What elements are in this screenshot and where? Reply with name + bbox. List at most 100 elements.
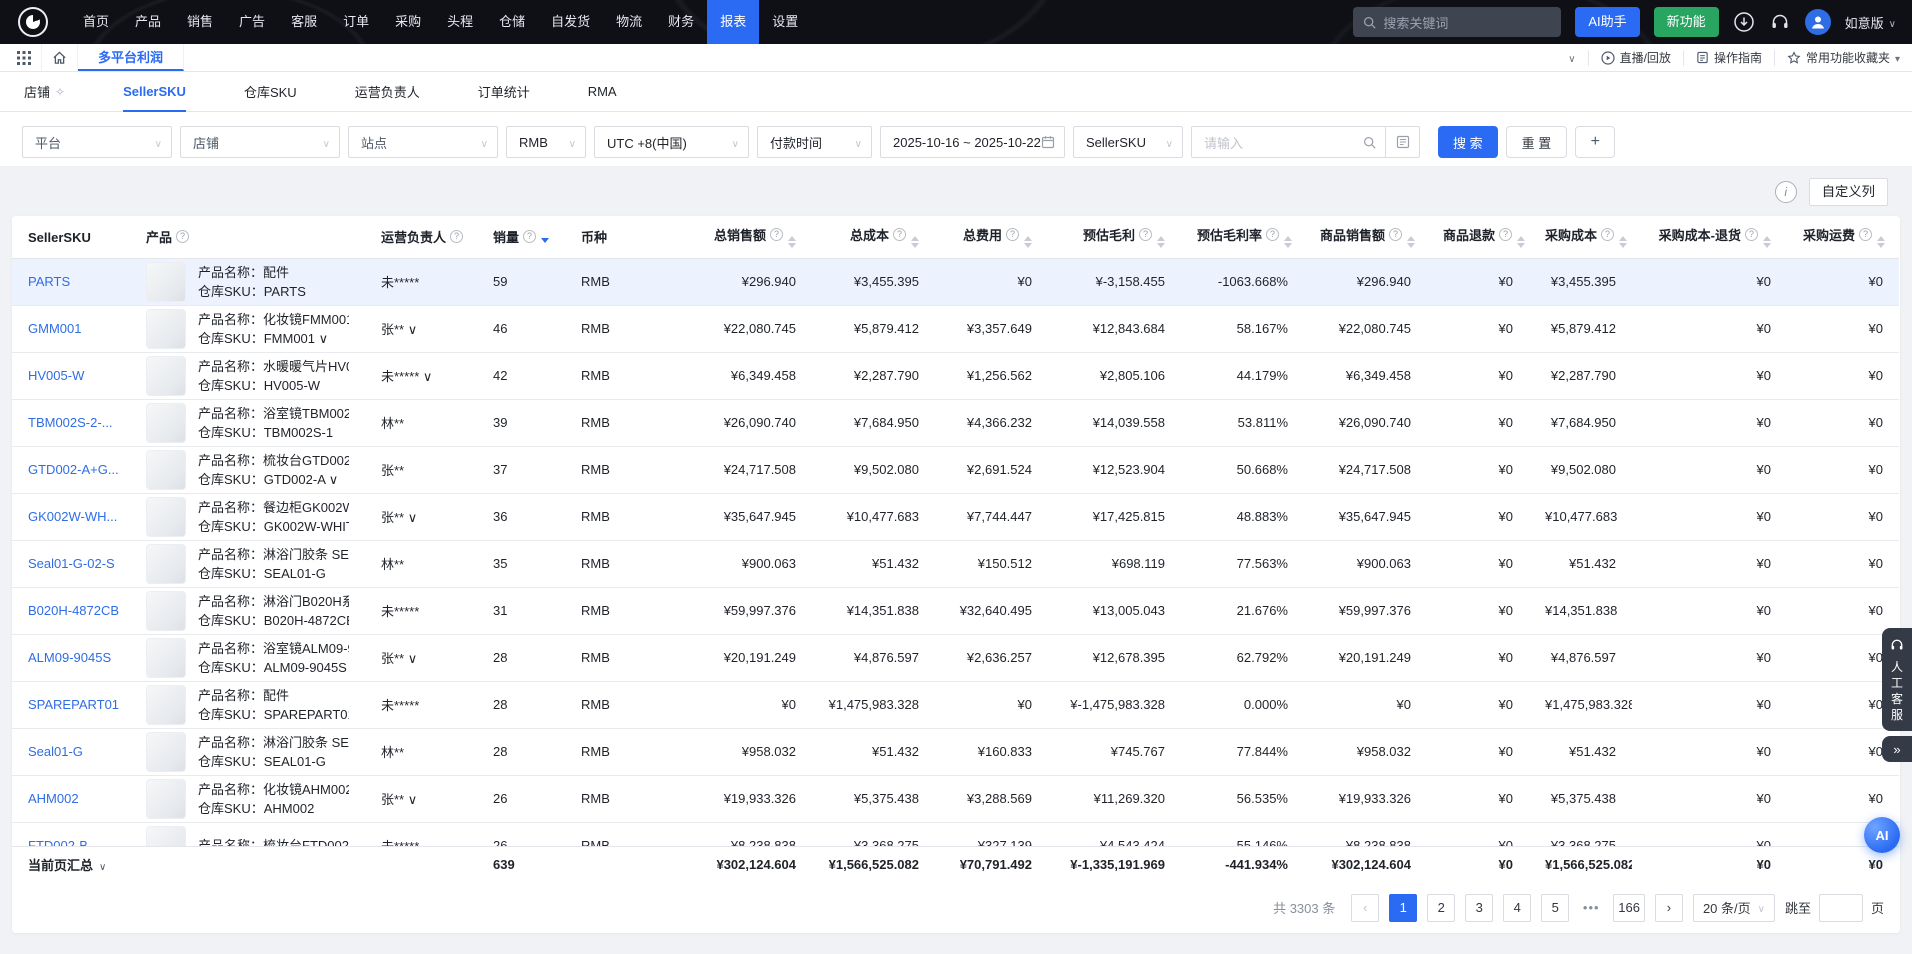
page-button-3[interactable]: 3 <box>1465 894 1493 922</box>
nav-item-报表[interactable]: 报表 <box>707 0 759 44</box>
col-header-item_sales[interactable]: 商品销售额? <box>1304 216 1427 258</box>
page-button-1[interactable]: 1 <box>1389 894 1417 922</box>
col-header-item_refund[interactable]: 商品退款? <box>1427 216 1529 258</box>
next-page-button[interactable]: › <box>1655 894 1683 922</box>
seller-sku-link[interactable]: Seal01-G-02-S <box>28 556 115 571</box>
tab-SellerSKU[interactable]: SellerSKU <box>123 72 186 111</box>
currency-select[interactable]: RMB <box>506 126 586 158</box>
page-summary-toggle[interactable]: 当前页汇总 <box>12 847 477 883</box>
apps-grid-icon[interactable] <box>6 44 42 71</box>
seller-sku-link[interactable]: AHM002 <box>28 791 79 806</box>
nav-item-设置[interactable]: 设置 <box>759 0 811 44</box>
search-button[interactable]: 搜 索 <box>1438 126 1498 158</box>
new-features-button[interactable]: 新功能 <box>1654 7 1719 37</box>
nav-item-物流[interactable]: 物流 <box>603 0 655 44</box>
seller-sku-link[interactable]: FTD002-B <box>28 838 88 846</box>
favorites-menu[interactable]: 常用功能收藏夹 <box>1774 50 1912 66</box>
global-search-input[interactable]: 搜索关键词 <box>1353 7 1561 37</box>
operator-cell[interactable]: 未***** ∨ <box>365 352 477 399</box>
sort-icon[interactable] <box>541 238 549 243</box>
seller-sku-link[interactable]: GK002W-WH... <box>28 509 117 524</box>
col-header-purchase_freight[interactable]: 采购运费? <box>1787 216 1899 258</box>
tab-店铺[interactable]: 店铺✧ <box>24 72 65 111</box>
operator-cell[interactable]: 张** ∨ <box>365 775 477 822</box>
sort-icon[interactable] <box>1024 236 1032 248</box>
col-header-purchase_cost_return[interactable]: 采购成本-退货? <box>1632 216 1787 258</box>
edition-switcher[interactable]: 如意版 <box>1845 13 1896 32</box>
ai-floating-button[interactable]: AI <box>1864 817 1900 853</box>
sort-icon[interactable] <box>1619 236 1627 248</box>
seller-sku-link[interactable]: SPAREPART01 <box>28 697 119 712</box>
site-select[interactable]: 站点 <box>348 126 498 158</box>
add-filter-button[interactable]: + <box>1575 126 1615 158</box>
home-icon[interactable] <box>42 44 78 71</box>
warehouse-sku[interactable]: 仓库SKU：GTD002-A ∨ <box>198 470 349 489</box>
operator-cell[interactable]: 张** ∨ <box>365 493 477 540</box>
col-header-total_fee[interactable]: 总费用? <box>935 216 1048 258</box>
col-header-purchase_cost[interactable]: 采购成本? <box>1529 216 1632 258</box>
page-size-select[interactable]: 20 条/页 <box>1693 894 1775 922</box>
open-page-tab[interactable]: 多平台利润 <box>78 44 184 71</box>
timezone-select[interactable]: UTC +8(中国) <box>594 126 749 158</box>
page-button-5[interactable]: 5 <box>1541 894 1569 922</box>
date-range-picker[interactable]: 2025-10-16 ~ 2025-10-22 <box>880 126 1065 158</box>
headset-icon[interactable] <box>1769 11 1791 33</box>
time-dimension-select[interactable]: 付款时间 <box>757 126 872 158</box>
prev-page-button[interactable]: ‹ <box>1351 894 1379 922</box>
operator-cell[interactable]: 张** ∨ <box>365 634 477 681</box>
seller-sku-link[interactable]: ALM09-9045S <box>28 650 111 665</box>
sort-icon[interactable] <box>1284 236 1292 248</box>
nav-item-广告[interactable]: 广告 <box>226 0 278 44</box>
nav-item-订单[interactable]: 订单 <box>330 0 382 44</box>
ai-assistant-button[interactable]: AI助手 <box>1575 7 1639 37</box>
sort-icon[interactable] <box>788 236 796 248</box>
nav-item-仓储[interactable]: 仓储 <box>486 0 538 44</box>
page-button-2[interactable]: 2 <box>1427 894 1455 922</box>
page-button-4[interactable]: 4 <box>1503 894 1531 922</box>
tab-RMA[interactable]: RMA <box>588 72 617 111</box>
seller-sku-link[interactable]: GMM001 <box>28 321 81 336</box>
warehouse-sku[interactable]: 仓库SKU：GK002W-WHITE-A ∨ <box>198 517 349 536</box>
nav-item-客服[interactable]: 客服 <box>278 0 330 44</box>
jump-page-input[interactable] <box>1819 894 1863 922</box>
sort-icon[interactable] <box>1517 236 1525 248</box>
nav-item-首页[interactable]: 首页 <box>70 0 122 44</box>
nav-item-自发货[interactable]: 自发货 <box>538 0 603 44</box>
sort-icon[interactable] <box>1407 236 1415 248</box>
nav-item-销售[interactable]: 销售 <box>174 0 226 44</box>
tab-运营负责人[interactable]: 运营负责人 <box>355 72 420 111</box>
nav-item-财务[interactable]: 财务 <box>655 0 707 44</box>
sort-icon[interactable] <box>1763 236 1771 248</box>
tab-订单统计[interactable]: 订单统计 <box>478 72 530 111</box>
shop-select[interactable]: 店铺 <box>180 126 340 158</box>
col-header-est_margin[interactable]: 预估毛利率? <box>1181 216 1304 258</box>
nav-item-产品[interactable]: 产品 <box>122 0 174 44</box>
collapse-panel-button[interactable]: » <box>1882 736 1912 762</box>
sort-icon[interactable] <box>1877 236 1885 248</box>
table-scroll-area[interactable]: SellerSKU产品?运营负责人?销量?币种总销售额?总成本?总费用?预估毛利… <box>12 216 1900 846</box>
nav-item-采购[interactable]: 采购 <box>382 0 434 44</box>
col-header-total_sales[interactable]: 总销售额? <box>670 216 812 258</box>
seller-sku-link[interactable]: PARTS <box>28 274 70 289</box>
seller-sku-link[interactable]: B020H-4872CB <box>28 603 119 618</box>
user-avatar[interactable] <box>1805 9 1831 35</box>
sort-icon[interactable] <box>1157 236 1165 248</box>
platform-select[interactable]: 平台 <box>22 126 172 158</box>
more-pages-ellipsis[interactable]: ••• <box>1579 900 1603 915</box>
keyword-input[interactable]: 请输入 <box>1191 126 1386 158</box>
customize-columns-button[interactable]: 自定义列 <box>1809 178 1888 206</box>
col-header-total_cost[interactable]: 总成本? <box>812 216 935 258</box>
nav-item-头程[interactable]: 头程 <box>434 0 486 44</box>
col-header-qty[interactable]: 销量? <box>477 216 565 258</box>
search-type-select[interactable]: SellerSKU <box>1073 126 1183 158</box>
tab-仓库SKU[interactable]: 仓库SKU <box>244 72 297 111</box>
reset-button[interactable]: 重 置 <box>1506 126 1568 158</box>
seller-sku-link[interactable]: TBM002S-2-... <box>28 415 113 430</box>
col-header-est_profit[interactable]: 预估毛利? <box>1048 216 1181 258</box>
download-icon[interactable] <box>1733 11 1755 33</box>
batch-input-button[interactable] <box>1386 126 1420 158</box>
live-replay-link[interactable]: 直播/回放 <box>1588 50 1683 66</box>
sort-icon[interactable] <box>911 236 919 248</box>
operator-cell[interactable]: 张** ∨ <box>365 305 477 352</box>
seller-sku-link[interactable]: HV005-W <box>28 368 84 383</box>
